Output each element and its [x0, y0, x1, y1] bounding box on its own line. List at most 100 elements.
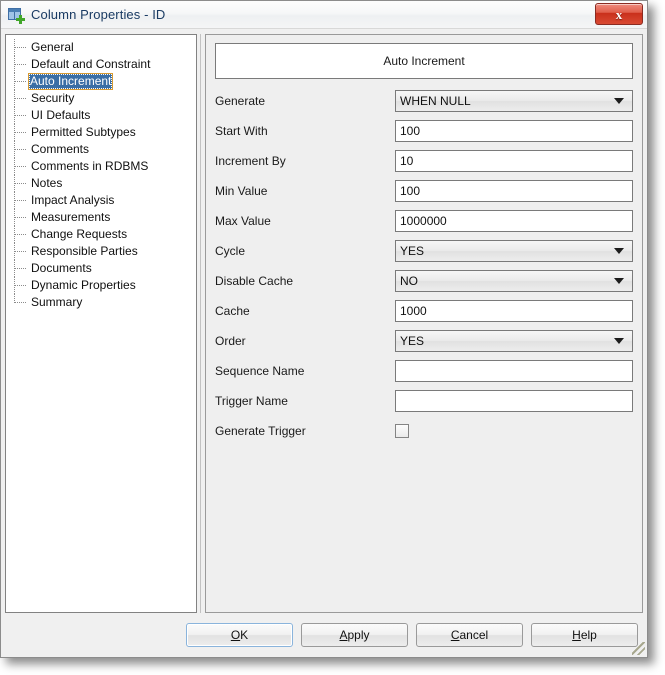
label-cycle: Cycle	[215, 244, 246, 258]
table-column-add-icon	[8, 7, 25, 24]
label-max-value: Max Value	[215, 214, 271, 228]
label-disable-cache: Disable Cache	[215, 274, 294, 288]
combobox-value: YES	[400, 244, 425, 258]
sidebar-item-label: Dynamic Properties	[31, 278, 136, 292]
label-generate-trigger: Generate Trigger	[215, 424, 306, 438]
panel-splitter[interactable]	[197, 34, 205, 613]
input-sequence-name[interactable]	[395, 360, 633, 382]
sidebar-item-notes[interactable]: Notes	[6, 175, 196, 192]
sidebar-item-summary[interactable]: Summary	[6, 294, 196, 311]
form-row-sequence-name: Sequence Name	[215, 360, 633, 382]
combobox-disable-cache[interactable]: NO	[395, 270, 633, 292]
property-form: Generate WHEN NULL Start With Increment By M…	[215, 90, 633, 442]
sidebar-item-comments[interactable]: Comments	[6, 141, 196, 158]
ok-button[interactable]: OK	[186, 623, 293, 647]
tree-branch-line	[15, 302, 27, 303]
button-label: OK	[230, 628, 249, 642]
sidebar-item-change-requests[interactable]: Change Requests	[6, 226, 196, 243]
input-cache[interactable]	[395, 300, 633, 322]
sidebar-item-default-and-constraint[interactable]: Default and Constraint	[6, 56, 196, 73]
combobox-cycle[interactable]: YES	[395, 240, 633, 262]
checkbox-wrapper-generate-trigger	[395, 420, 633, 442]
sidebar-item-label: Measurements	[31, 210, 111, 224]
input-increment-by[interactable]	[395, 150, 633, 172]
sidebar-item-label: Notes	[31, 176, 63, 190]
label-order: Order	[215, 334, 246, 348]
sidebar-item-comments-in-rdbms[interactable]: Comments in RDBMS	[6, 158, 196, 175]
panel-title: Auto Increment	[215, 43, 633, 79]
tree-branch-line	[15, 47, 27, 48]
button-label: Cancel	[450, 628, 489, 642]
sidebar-item-responsible-parties[interactable]: Responsible Parties	[6, 243, 196, 260]
cancel-button[interactable]: Cancel	[416, 623, 523, 647]
help-button[interactable]: Help	[531, 623, 638, 647]
label-increment-by: Increment By	[215, 154, 286, 168]
combobox-value: NO	[400, 274, 418, 288]
tree-branch-line	[15, 81, 27, 82]
combobox-value: YES	[400, 334, 425, 348]
dialog-content: General Default and Constraint Auto Increm…	[1, 29, 647, 613]
input-min-value[interactable]	[395, 180, 633, 202]
property-panel: Auto Increment Generate WHEN NULL Start Wi…	[205, 34, 643, 613]
input-start-with[interactable]	[395, 120, 633, 142]
tree-branch-line	[15, 200, 27, 201]
sidebar-item-label: Documents	[31, 261, 92, 275]
chevron-down-icon	[614, 338, 624, 344]
tree-branch-line	[15, 285, 27, 286]
button-bar: OK Apply Cancel Help	[1, 613, 647, 657]
sidebar-item-label: Auto Increment	[28, 73, 114, 90]
form-row-disable-cache: Disable Cache NO	[215, 270, 633, 292]
tree-branch-line	[15, 98, 27, 99]
label-min-value: Min Value	[215, 184, 268, 198]
input-trigger-name[interactable]	[395, 390, 633, 412]
sidebar-item-dynamic-properties[interactable]: Dynamic Properties	[6, 277, 196, 294]
apply-button[interactable]: Apply	[301, 623, 408, 647]
sidebar-item-auto-increment[interactable]: Auto Increment	[6, 73, 196, 90]
button-label: Apply	[339, 628, 370, 642]
input-max-value[interactable]	[395, 210, 633, 232]
combobox-value: WHEN NULL	[400, 94, 471, 108]
chevron-down-icon	[614, 98, 624, 104]
combobox-generate[interactable]: WHEN NULL	[395, 90, 633, 112]
checkbox-generate-trigger[interactable]	[395, 424, 409, 438]
chevron-down-icon	[614, 278, 624, 284]
dialog-window: Column Properties - ID x General Default …	[0, 0, 648, 658]
sidebar-item-label: Comments	[31, 142, 90, 156]
form-row-cache: Cache	[215, 300, 633, 322]
tree-branch-line	[15, 166, 27, 167]
label-sequence-name: Sequence Name	[215, 364, 305, 378]
tree-branch-line	[15, 64, 27, 65]
tree-branch-line	[15, 115, 27, 116]
tree-branch-line	[15, 268, 27, 269]
form-row-cycle: Cycle YES	[215, 240, 633, 262]
title-bar: Column Properties - ID x	[1, 1, 647, 29]
form-row-order: Order YES	[215, 330, 633, 352]
form-row-start-with: Start With	[215, 120, 633, 142]
form-row-max-value: Max Value	[215, 210, 633, 232]
chevron-down-icon	[614, 248, 624, 254]
sidebar-item-security[interactable]: Security	[6, 90, 196, 107]
sidebar-item-label: Responsible Parties	[31, 244, 138, 258]
label-generate: Generate	[215, 94, 266, 108]
sidebar-item-label: Summary	[31, 295, 83, 309]
sidebar-item-label: Impact Analysis	[31, 193, 115, 207]
combobox-order[interactable]: YES	[395, 330, 633, 352]
sidebar-item-documents[interactable]: Documents	[6, 260, 196, 277]
sidebar-item-label: Comments in RDBMS	[31, 159, 149, 173]
sidebar-item-permitted-subtypes[interactable]: Permitted Subtypes	[6, 124, 196, 141]
sidebar-item-label: General	[31, 40, 74, 54]
close-button[interactable]: x	[595, 3, 643, 25]
sidebar-item-general[interactable]: General	[6, 39, 196, 56]
label-start-with: Start With	[215, 124, 268, 138]
sidebar-item-ui-defaults[interactable]: UI Defaults	[6, 107, 196, 124]
label-trigger-name: Trigger Name	[215, 394, 288, 408]
form-row-trigger-name: Trigger Name	[215, 390, 633, 412]
sidebar-item-label: UI Defaults	[31, 108, 91, 122]
tree-branch-line	[15, 149, 27, 150]
category-tree[interactable]: General Default and Constraint Auto Increm…	[5, 34, 197, 613]
tree-branch-line	[15, 217, 27, 218]
sidebar-item-measurements[interactable]: Measurements	[6, 209, 196, 226]
tree-branch-line	[15, 183, 27, 184]
sidebar-item-impact-analysis[interactable]: Impact Analysis	[6, 192, 196, 209]
tree-branch-line	[15, 132, 27, 133]
